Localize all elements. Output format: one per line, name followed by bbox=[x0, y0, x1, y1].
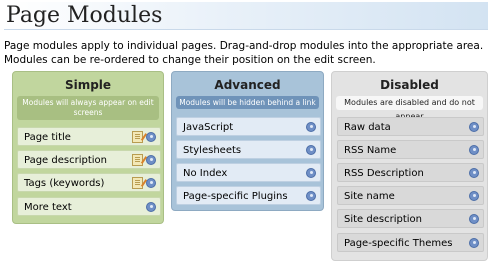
module-raw-data[interactable]: Raw data bbox=[337, 117, 484, 136]
help-icon[interactable] bbox=[306, 191, 316, 201]
module-label: RSS Name bbox=[344, 145, 397, 156]
help-icon[interactable] bbox=[306, 145, 316, 155]
disabled-column-description: Modules are disabled and do not appear bbox=[336, 96, 483, 121]
module-more-text[interactable]: More text bbox=[17, 197, 161, 216]
module-page-description[interactable]: Page description bbox=[17, 150, 161, 169]
advanced-column-description: Modules will be hidden behind a link bbox=[176, 96, 319, 109]
module-label: RSS Description bbox=[344, 168, 424, 179]
module-no-index[interactable]: No Index bbox=[176, 163, 321, 182]
help-icon[interactable] bbox=[306, 168, 316, 178]
module-label: Site description bbox=[344, 214, 422, 225]
disabled-column: Disabled Modules are disabled and do not… bbox=[331, 71, 488, 261]
intro-text: Page modules apply to individual pages. … bbox=[4, 40, 484, 66]
help-icon[interactable] bbox=[469, 145, 479, 155]
module-javascript[interactable]: JavaScript bbox=[176, 117, 321, 136]
module-label: Tags (keywords) bbox=[24, 178, 105, 189]
help-icon[interactable] bbox=[469, 191, 479, 201]
module-label: Stylesheets bbox=[183, 145, 242, 156]
module-page-specific-themes[interactable]: Page-specific Themes bbox=[337, 233, 484, 252]
simple-column-description: Modules will always appear on edit scree… bbox=[17, 96, 159, 120]
help-icon[interactable] bbox=[469, 238, 479, 248]
module-rss-name[interactable]: RSS Name bbox=[337, 140, 484, 159]
module-label: Raw data bbox=[344, 122, 391, 133]
advanced-column-title: Advanced bbox=[214, 78, 281, 92]
module-stylesheets[interactable]: Stylesheets bbox=[176, 140, 321, 159]
module-label: Page title bbox=[24, 132, 71, 143]
module-site-description[interactable]: Site description bbox=[337, 209, 484, 228]
module-tags[interactable]: Tags (keywords) bbox=[17, 173, 161, 192]
module-label: JavaScript bbox=[183, 122, 234, 133]
page-title: Page Modules bbox=[4, 2, 488, 30]
edit-icon[interactable] bbox=[132, 177, 143, 189]
help-icon[interactable] bbox=[146, 132, 156, 142]
edit-icon[interactable] bbox=[132, 154, 143, 166]
module-label: Page-specific Plugins bbox=[183, 191, 288, 202]
help-icon[interactable] bbox=[146, 202, 156, 212]
module-page-specific-plugins[interactable]: Page-specific Plugins bbox=[176, 186, 321, 205]
module-page-title[interactable]: Page title bbox=[17, 127, 161, 146]
help-icon[interactable] bbox=[146, 178, 156, 188]
module-rss-description[interactable]: RSS Description bbox=[337, 163, 484, 182]
help-icon[interactable] bbox=[146, 155, 156, 165]
simple-column: Simple Modules will always appear on edi… bbox=[12, 71, 164, 224]
disabled-column-title: Disabled bbox=[380, 78, 439, 92]
help-icon[interactable] bbox=[306, 122, 316, 132]
simple-column-title: Simple bbox=[64, 78, 112, 92]
module-label: Page description bbox=[24, 155, 107, 166]
module-site-name[interactable]: Site name bbox=[337, 186, 484, 205]
edit-icon[interactable] bbox=[132, 131, 143, 143]
module-label: No Index bbox=[183, 168, 228, 179]
help-icon[interactable] bbox=[469, 214, 479, 224]
module-label: Site name bbox=[344, 191, 395, 202]
help-icon[interactable] bbox=[469, 122, 479, 132]
module-label: Page-specific Themes bbox=[344, 238, 453, 249]
advanced-column: Advanced Modules will be hidden behind a… bbox=[171, 71, 324, 211]
help-icon[interactable] bbox=[469, 168, 479, 178]
module-label: More text bbox=[24, 202, 72, 213]
